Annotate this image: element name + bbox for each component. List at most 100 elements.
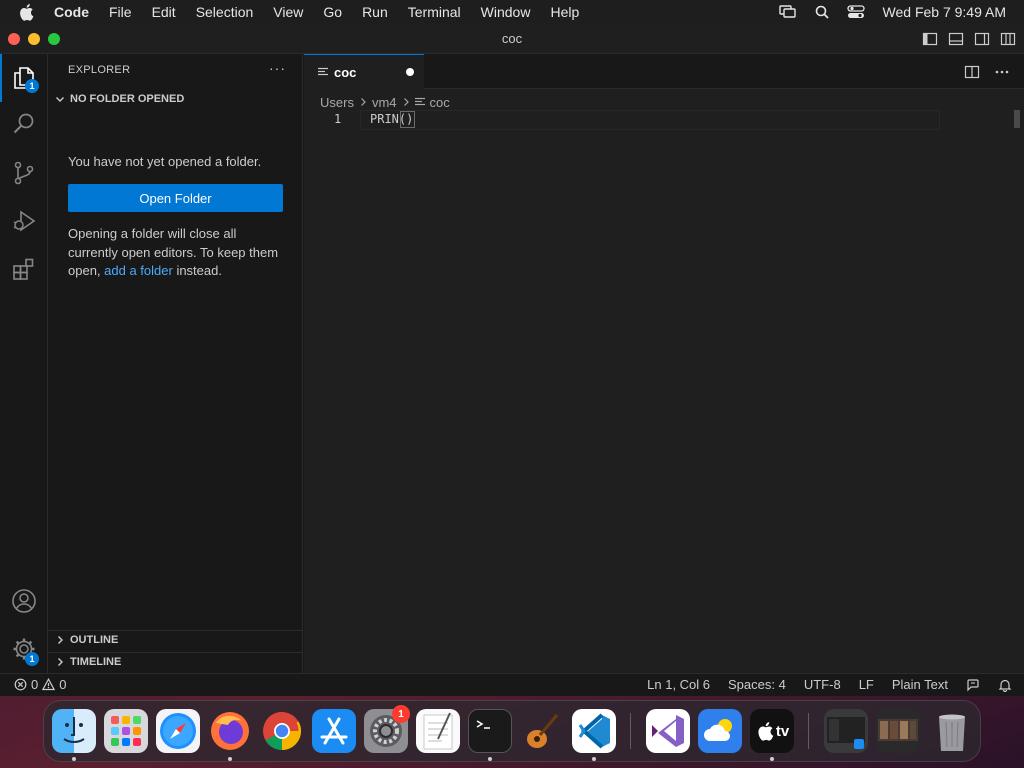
firefox-icon	[208, 709, 252, 753]
dock-app-store[interactable]	[312, 709, 356, 753]
menu-file[interactable]: File	[109, 4, 132, 20]
menubar-clock[interactable]: Wed Feb 7 9:49 AM	[883, 4, 1006, 20]
activity-manage[interactable]: 1	[0, 625, 48, 673]
customize-layout-icon[interactable]	[1000, 31, 1016, 47]
more-actions-icon[interactable]	[994, 64, 1010, 80]
timeline-label: TIMELINE	[70, 656, 122, 668]
dock-finder[interactable]	[52, 709, 96, 753]
end-of-line[interactable]: LF	[859, 677, 874, 692]
chevron-right-icon	[401, 97, 411, 107]
menu-run[interactable]: Run	[362, 4, 388, 20]
sidebar-title: EXPLORER	[68, 64, 131, 76]
dock-recent-window-1[interactable]	[824, 709, 868, 753]
warning-icon	[42, 678, 56, 691]
warning-count: 0	[59, 677, 67, 692]
toggle-primary-sidebar-icon[interactable]	[922, 31, 938, 47]
unsaved-dot-icon[interactable]	[406, 68, 414, 76]
trash-icon	[930, 709, 974, 753]
apple-tv-icon	[755, 721, 775, 741]
breadcrumb-users[interactable]: Users	[320, 95, 354, 110]
problems-indicator[interactable]: 0 0	[14, 677, 66, 692]
menu-terminal[interactable]: Terminal	[408, 4, 461, 20]
menu-edit[interactable]: Edit	[152, 4, 176, 20]
info-text-suffix: instead.	[172, 263, 222, 278]
more-actions-icon[interactable]: ···	[269, 60, 286, 76]
dock-firefox[interactable]	[208, 709, 252, 753]
menu-go[interactable]: Go	[323, 4, 342, 20]
activity-source-control[interactable]	[0, 149, 48, 197]
dock-visual-studio[interactable]	[646, 709, 690, 753]
activity-bar: 1 1	[0, 54, 48, 673]
notifications-bell-icon[interactable]	[998, 678, 1012, 692]
file-encoding[interactable]: UTF-8	[804, 677, 841, 692]
vscode-window: coc 1 1 EXPLORER ··· NO FOLDER OPENED Yo…	[0, 24, 1024, 696]
split-editor-icon[interactable]	[964, 64, 980, 80]
dock-recent-window-2[interactable]	[876, 709, 920, 753]
menu-view[interactable]: View	[273, 4, 303, 20]
indentation[interactable]: Spaces: 4	[728, 677, 786, 692]
dock-textedit[interactable]	[416, 709, 460, 753]
terminal-icon	[469, 710, 511, 752]
window-thumbnail-icon	[876, 709, 920, 753]
activity-run-debug[interactable]	[0, 197, 48, 245]
dock-weather[interactable]	[698, 709, 742, 753]
dock-separator	[630, 713, 631, 749]
manage-badge: 1	[25, 652, 39, 666]
editor-scrollbar[interactable]	[1014, 110, 1020, 128]
error-count: 0	[31, 677, 39, 692]
code-editor[interactable]: 1 PRIN()	[304, 110, 1024, 130]
breadcrumb-file[interactable]: coc	[414, 95, 450, 110]
menu-selection[interactable]: Selection	[196, 4, 254, 20]
dock-safari[interactable]	[156, 709, 200, 753]
activity-search[interactable]	[0, 100, 48, 148]
dock-terminal[interactable]	[468, 709, 512, 753]
activity-explorer[interactable]: 1	[0, 54, 48, 102]
chrome-icon	[260, 709, 304, 753]
activity-accounts[interactable]	[0, 577, 48, 625]
explorer-sidebar: EXPLORER ··· NO FOLDER OPENED You have n…	[48, 54, 303, 673]
add-folder-link[interactable]: add a folder	[104, 263, 173, 278]
toggle-secondary-sidebar-icon[interactable]	[974, 31, 990, 47]
extensions-icon	[11, 256, 37, 282]
dock-vscode[interactable]	[572, 709, 616, 753]
status-bar: 0 0 Ln 1, Col 6 Spaces: 4 UTF-8 LF Plain…	[0, 673, 1024, 696]
editor-tab-bar: coc	[304, 54, 1024, 89]
breadcrumb-vm4[interactable]: vm4	[372, 95, 397, 110]
menu-help[interactable]: Help	[550, 4, 579, 20]
language-mode[interactable]: Plain Text	[892, 677, 948, 692]
outline-section-header[interactable]: OUTLINE	[54, 634, 118, 646]
bracket-match-highlight	[400, 111, 415, 128]
activity-extensions[interactable]	[0, 245, 48, 293]
toggle-panel-icon[interactable]	[948, 31, 964, 47]
safari-compass-icon	[156, 709, 200, 753]
menu-app-code[interactable]: Code	[54, 4, 89, 20]
vscode-icon	[572, 709, 616, 753]
chevron-down-icon	[54, 93, 66, 105]
apple-icon[interactable]	[18, 3, 38, 21]
dock-trash[interactable]	[930, 709, 974, 753]
dock-garageband[interactable]	[520, 709, 564, 753]
feedback-icon[interactable]	[966, 678, 980, 692]
outline-label: OUTLINE	[70, 634, 119, 646]
breadcrumb: Users vm4 coc	[320, 93, 450, 111]
menubar-status-area: Wed Feb 7 9:49 AM	[778, 0, 1006, 24]
screen-mirroring-icon[interactable]	[778, 5, 797, 19]
timeline-section-header[interactable]: TIMELINE	[54, 656, 121, 668]
dock-separator	[808, 713, 809, 749]
no-folder-message: You have not yet opened a folder.	[68, 154, 262, 169]
editor-tab-coc[interactable]: coc	[304, 54, 424, 89]
no-folder-section-header[interactable]: NO FOLDER OPENED	[54, 93, 184, 105]
cursor-position[interactable]: Ln 1, Col 6	[647, 677, 710, 692]
spotlight-search-icon[interactable]	[815, 5, 829, 19]
control-center-icon[interactable]	[846, 5, 865, 19]
run-debug-icon	[11, 208, 37, 234]
status-bar-right: Ln 1, Col 6 Spaces: 4 UTF-8 LF Plain Tex…	[647, 677, 1012, 692]
dock-running-indicator	[488, 757, 492, 761]
layout-controls	[922, 31, 1016, 47]
source-control-icon	[11, 160, 37, 186]
open-folder-button[interactable]: Open Folder	[68, 184, 283, 212]
dock-launchpad[interactable]	[104, 709, 148, 753]
dock-chrome[interactable]	[260, 709, 304, 753]
dock-apple-tv[interactable]: tv	[750, 709, 794, 753]
menu-window[interactable]: Window	[481, 4, 531, 20]
